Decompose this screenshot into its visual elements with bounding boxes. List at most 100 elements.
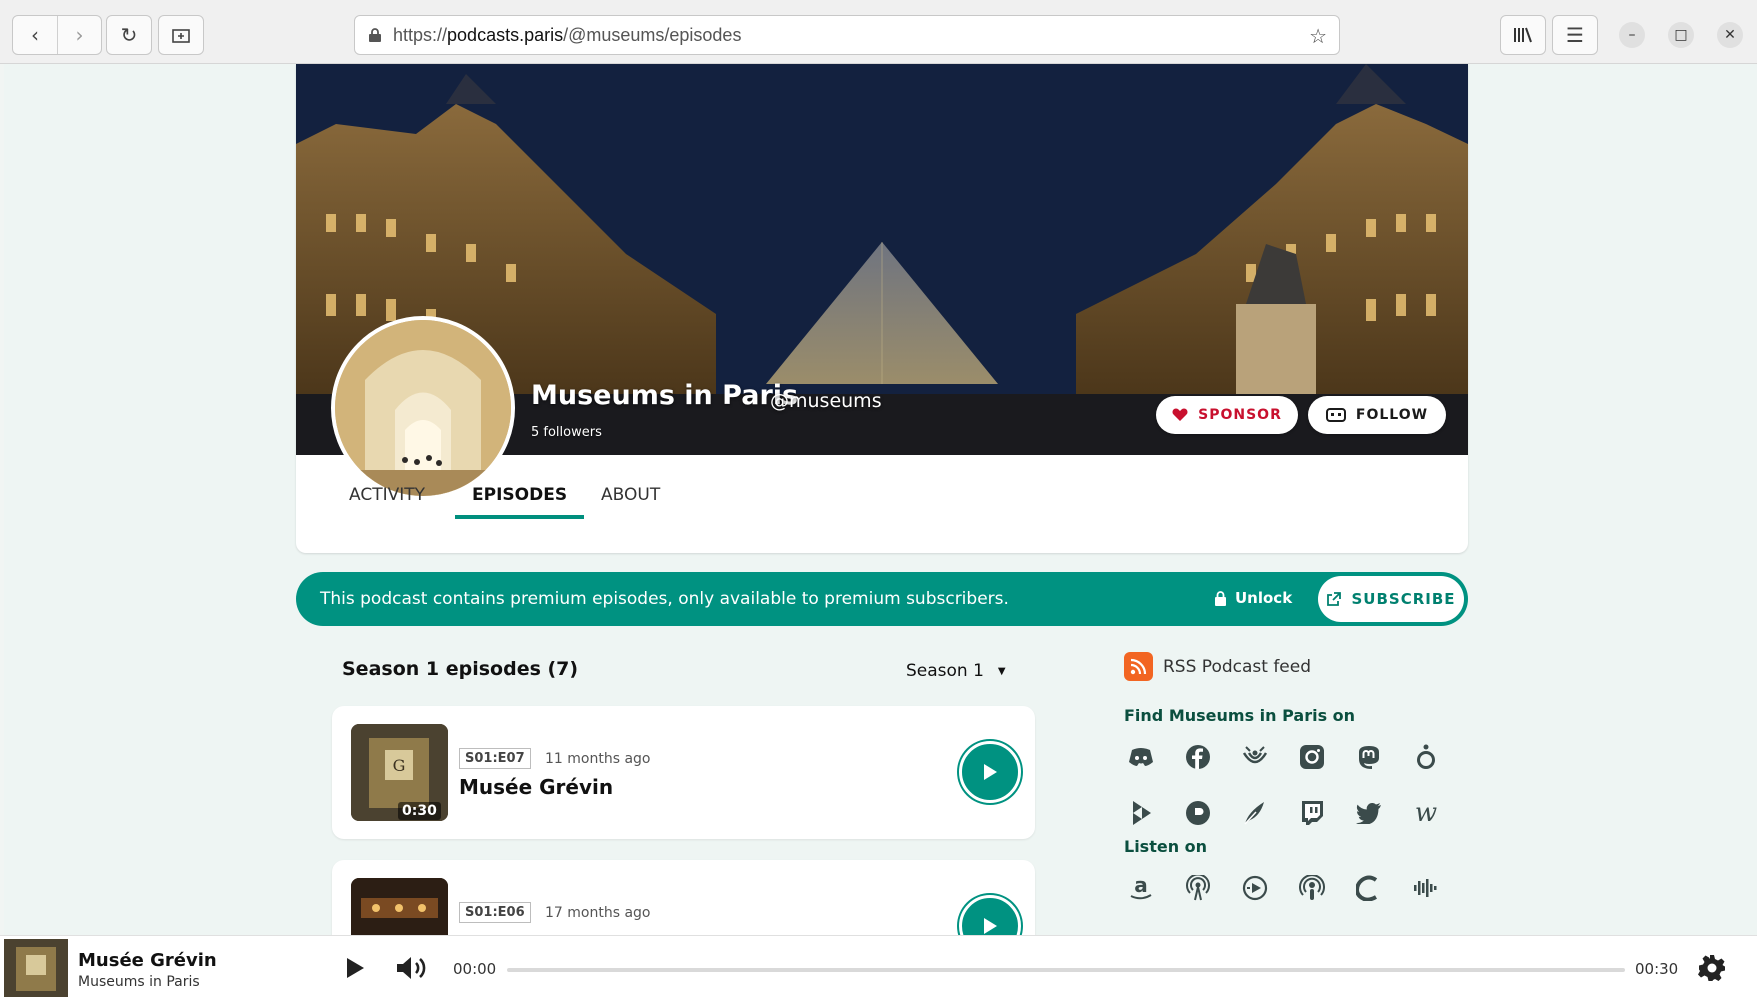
- writefreely-icon[interactable]: w: [1409, 796, 1443, 830]
- menu-group: ☰: [1552, 15, 1598, 55]
- tab-about[interactable]: ABOUT: [601, 485, 660, 515]
- season-select-value: Season 1: [906, 661, 984, 681]
- sponsor-button[interactable]: SPONSOR: [1156, 396, 1298, 434]
- episode-title[interactable]: Musée Grévin: [459, 775, 613, 799]
- volume-icon: [397, 957, 426, 979]
- progress-bar[interactable]: [507, 968, 1625, 972]
- episode-duration: 0:30: [398, 802, 441, 820]
- player-play-button[interactable]: [344, 956, 366, 984]
- back-button[interactable]: ‹: [13, 16, 57, 54]
- maximize-button[interactable]: □: [1668, 22, 1694, 48]
- url-host: podcasts.paris: [447, 24, 564, 45]
- play-icon: [984, 918, 997, 934]
- episode-card[interactable]: S01:E06 17 months ago: [332, 860, 1035, 935]
- odysee-icon[interactable]: [1409, 740, 1443, 774]
- time-total: 00:30: [1635, 960, 1679, 978]
- library-icon: [1514, 27, 1532, 43]
- episode-play-button[interactable]: [959, 741, 1021, 803]
- tab-episodes[interactable]: EPISODES: [455, 485, 585, 519]
- heart-icon: [1172, 408, 1188, 421]
- tab-activity[interactable]: ACTIVITY: [349, 485, 425, 515]
- follow-label: FOLLOW: [1355, 407, 1429, 423]
- podcast-tabs: ACTIVITY EPISODES ABOUT: [296, 455, 1468, 553]
- premium-message: This podcast contains premium episodes, …: [320, 589, 1009, 609]
- find-on-heading: Find Museums in Paris on: [1124, 706, 1356, 725]
- unlock-button[interactable]: Unlock: [1214, 589, 1292, 607]
- follow-button[interactable]: FOLLOW: [1308, 396, 1446, 434]
- castopod-icon[interactable]: [1352, 871, 1386, 905]
- time-current: 00:00: [453, 960, 497, 978]
- close-window-button[interactable]: ✕: [1717, 22, 1743, 48]
- new-tab-button[interactable]: [159, 16, 203, 54]
- address-bar[interactable]: https://podcasts.paris/@museums/episodes…: [354, 15, 1340, 55]
- castbox-icon[interactable]: [1409, 871, 1443, 905]
- episode-code: S01:E06: [459, 902, 531, 923]
- episode-code: S01:E07: [459, 748, 531, 769]
- anytime-icon[interactable]: [1238, 871, 1272, 905]
- followers-count: 5 followers: [531, 425, 602, 440]
- twitter-icon[interactable]: [1352, 796, 1386, 830]
- unlock-label: Unlock: [1235, 589, 1293, 607]
- volume-button[interactable]: [395, 954, 431, 986]
- player-settings-button[interactable]: [1698, 954, 1726, 986]
- instagram-icon[interactable]: [1295, 740, 1329, 774]
- discord-icon[interactable]: [1124, 740, 1158, 774]
- gear-icon: [1698, 955, 1725, 981]
- podcast-handle: @museums: [770, 390, 882, 412]
- mastodon-icon[interactable]: [1352, 740, 1386, 774]
- audio-player: Musée Grévin Museums in Paris 00:00 00:3…: [0, 935, 1757, 999]
- peertube-icon[interactable]: [1124, 796, 1158, 830]
- reload-button[interactable]: ↻: [107, 16, 151, 54]
- podcast-header-card: Museums in Paris @museums 5 followers SP…: [296, 64, 1468, 553]
- external-link-icon: [1327, 591, 1342, 606]
- amazon-icon[interactable]: a: [1124, 871, 1158, 905]
- new-tab-icon: [172, 29, 190, 43]
- reload-group: ↻: [106, 15, 152, 55]
- forward-button[interactable]: ›: [57, 16, 101, 54]
- player-thumbnail-illustration: [4, 939, 68, 997]
- rss-icon: [1124, 652, 1153, 681]
- svg-text:a: a: [1134, 875, 1148, 897]
- season-episodes-heading: Season 1 episodes (7): [342, 658, 579, 680]
- twitch-icon[interactable]: [1295, 796, 1329, 830]
- antennapod-icon[interactable]: [1181, 871, 1215, 905]
- apple-podcasts-icon[interactable]: [1295, 871, 1329, 905]
- player-episode-title: Musée Grévin: [78, 950, 217, 971]
- podcast-title: Museums in Paris: [531, 380, 799, 411]
- play-icon: [347, 958, 364, 978]
- rss-feed-link[interactable]: RSS Podcast feed: [1124, 652, 1311, 681]
- episode-play-button[interactable]: [959, 895, 1021, 935]
- pixelfed-icon[interactable]: [1181, 796, 1215, 830]
- premium-notice: This podcast contains premium episodes, …: [296, 572, 1468, 626]
- episode-card[interactable]: G 0:30 S01:E07 11 months ago Musée Grévi…: [332, 706, 1035, 839]
- episode-thumbnail-illustration: [351, 878, 448, 935]
- player-thumbnail: [4, 939, 68, 997]
- library-group: [1500, 15, 1546, 55]
- library-button[interactable]: [1501, 16, 1545, 54]
- episode-date: 17 months ago: [545, 905, 651, 921]
- episode-date: 11 months ago: [545, 751, 651, 767]
- pleroma-icon[interactable]: [1238, 796, 1272, 830]
- page-content: Museums in Paris @museums 5 followers SP…: [4, 64, 1757, 935]
- bookmark-star-icon[interactable]: ☆: [1309, 24, 1327, 49]
- subscribe-button[interactable]: SUBSCRIBE: [1318, 576, 1464, 622]
- rss-label: RSS Podcast feed: [1163, 656, 1312, 677]
- svg-text:G: G: [393, 756, 406, 775]
- caret-down-icon: ▼: [997, 665, 1006, 677]
- new-tab-group: [158, 15, 204, 55]
- season-select[interactable]: Season 1 ▼: [906, 661, 1006, 681]
- listen-on-heading: Listen on: [1124, 837, 1208, 856]
- player-podcast-name: Museums in Paris: [78, 974, 200, 990]
- menu-button[interactable]: ☰: [1553, 16, 1597, 54]
- minimize-button[interactable]: –: [1619, 22, 1645, 48]
- episode-thumbnail: G 0:30: [351, 724, 448, 821]
- history-nav: ‹ ›: [12, 15, 102, 55]
- follow-icon: [1325, 408, 1346, 422]
- facebook-icon[interactable]: [1181, 740, 1215, 774]
- listen-links: a: [1124, 871, 1466, 905]
- episode-thumbnail: [351, 878, 448, 935]
- subscribe-label: SUBSCRIBE: [1351, 590, 1456, 608]
- lock-icon: [369, 28, 381, 42]
- funkwhale-icon[interactable]: [1238, 740, 1272, 774]
- rss-glyph: [1130, 658, 1147, 675]
